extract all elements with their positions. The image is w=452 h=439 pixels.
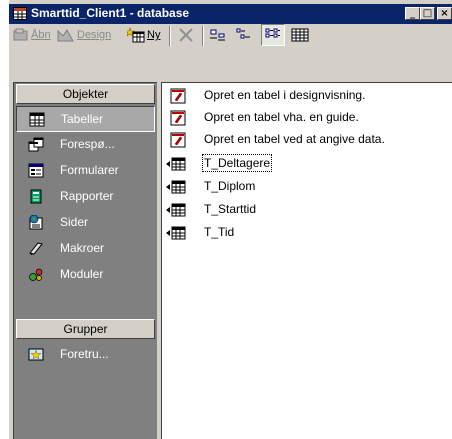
wizard-shortcut-icon: [170, 110, 186, 126]
list-item-create-data[interactable]: Opret en tabel ved at angive data.: [164, 129, 450, 151]
linked-table-icon: [166, 226, 186, 240]
list-view-icon: [265, 28, 280, 38]
design-button[interactable]: Design: [57, 24, 111, 46]
list-item-label: T_Deltagere: [201, 154, 273, 172]
query-icon: [28, 137, 44, 152]
maximize-button[interactable]: □: [420, 7, 435, 20]
large-icons-icon: [210, 29, 225, 41]
list-view-button[interactable]: [261, 24, 285, 46]
client-area: Objekter Tabeller Forespø... Formularer …: [9, 76, 452, 439]
list-item-label: Opret en tabel i designvisning.: [204, 88, 366, 102]
sidebar-item-label: Rapporter: [60, 189, 114, 203]
details-button[interactable]: [291, 24, 309, 46]
large-icons-button[interactable]: [209, 24, 227, 46]
sidebar-item-queries[interactable]: Forespø...: [16, 132, 155, 158]
sidebar-item-label: Formularer: [60, 163, 119, 177]
linked-table-icon: [166, 180, 186, 194]
wizard-shortcut-icon: [170, 132, 186, 148]
sidebar-item-favorites[interactable]: Foretru...: [16, 342, 155, 368]
table-icon: [29, 112, 45, 127]
database-window: Smarttid_Client1 - database _ □ × Åbn De…: [8, 0, 452, 439]
title-bar[interactable]: Smarttid_Client1 - database _ □ ×: [9, 4, 452, 24]
small-icons-icon: [236, 28, 250, 39]
module-icon: [29, 268, 43, 281]
linked-table-icon: [166, 157, 186, 171]
objects-bar: Objekter Tabeller Forespø... Formularer …: [13, 82, 157, 439]
sidebar-item-tables[interactable]: Tabeller: [16, 106, 155, 132]
list-item-table[interactable]: T_Tid: [164, 222, 450, 244]
delete-button[interactable]: [177, 24, 195, 46]
database-icon: [13, 7, 27, 20]
window-title: Smarttid_Client1 - database: [31, 6, 190, 20]
open-button[interactable]: Åbn: [13, 24, 51, 46]
new-table-icon: [127, 27, 145, 43]
toolbar-separator: [202, 26, 204, 46]
open-icon: [13, 28, 28, 41]
list-item-create-design[interactable]: Opret en tabel i designvisning.: [164, 85, 450, 107]
list-item-label: Opret en tabel ved at angive data.: [204, 132, 385, 146]
sidebar-item-label: Makroer: [60, 241, 105, 255]
delete-icon: [179, 28, 193, 42]
macro-icon: [29, 242, 43, 255]
new-button[interactable]: Ny: [127, 24, 160, 46]
minimize-button[interactable]: _: [405, 7, 420, 20]
objects-header-button[interactable]: Objekter: [16, 84, 155, 104]
linked-table-icon: [166, 203, 186, 217]
list-item-label: T_Tid: [204, 225, 235, 239]
close-button[interactable]: ×: [437, 7, 452, 20]
sidebar-item-label: Moduler: [60, 267, 104, 281]
details-icon: [291, 28, 309, 42]
list-item-table[interactable]: T_Diplom: [164, 176, 450, 198]
sidebar-item-pages[interactable]: Sider: [16, 210, 155, 236]
small-icons-button[interactable]: [235, 24, 253, 46]
wizard-shortcut-icon: [170, 88, 186, 104]
report-icon: [30, 189, 42, 204]
sidebar-item-label: Foretru...: [60, 347, 109, 361]
list-item-create-wizard[interactable]: Opret en tabel vha. en guide.: [164, 107, 450, 129]
form-icon: [28, 163, 44, 178]
object-list: Opret en tabel i designvisning. Opret en…: [161, 82, 452, 439]
list-item-table[interactable]: T_Deltagere: [164, 153, 450, 175]
sidebar-item-label: Sider: [60, 215, 89, 229]
sidebar-item-forms[interactable]: Formularer: [16, 158, 155, 184]
open-label: Åbn: [31, 29, 51, 41]
sidebar-item-macros[interactable]: Makroer: [16, 236, 155, 262]
new-label: Ny: [147, 29, 161, 41]
favorites-icon: [28, 348, 44, 361]
groups-header-button[interactable]: Grupper: [16, 319, 155, 339]
sidebar-item-label: Tabeller: [61, 112, 104, 126]
list-item-label: T_Starttid: [204, 202, 257, 216]
design-label: Design: [77, 29, 112, 41]
sidebar-item-modules[interactable]: Moduler: [16, 262, 155, 288]
sidebar-item-label: Forespø...: [60, 137, 115, 151]
list-item-label: T_Diplom: [204, 179, 256, 193]
list-item-table[interactable]: T_Starttid: [164, 199, 450, 221]
design-icon: [57, 29, 74, 42]
page-icon: [29, 215, 43, 230]
sidebar-item-reports[interactable]: Rapporter: [16, 184, 155, 210]
list-item-label: Opret en tabel vha. en guide.: [204, 110, 359, 124]
toolbar-separator: [169, 26, 171, 46]
